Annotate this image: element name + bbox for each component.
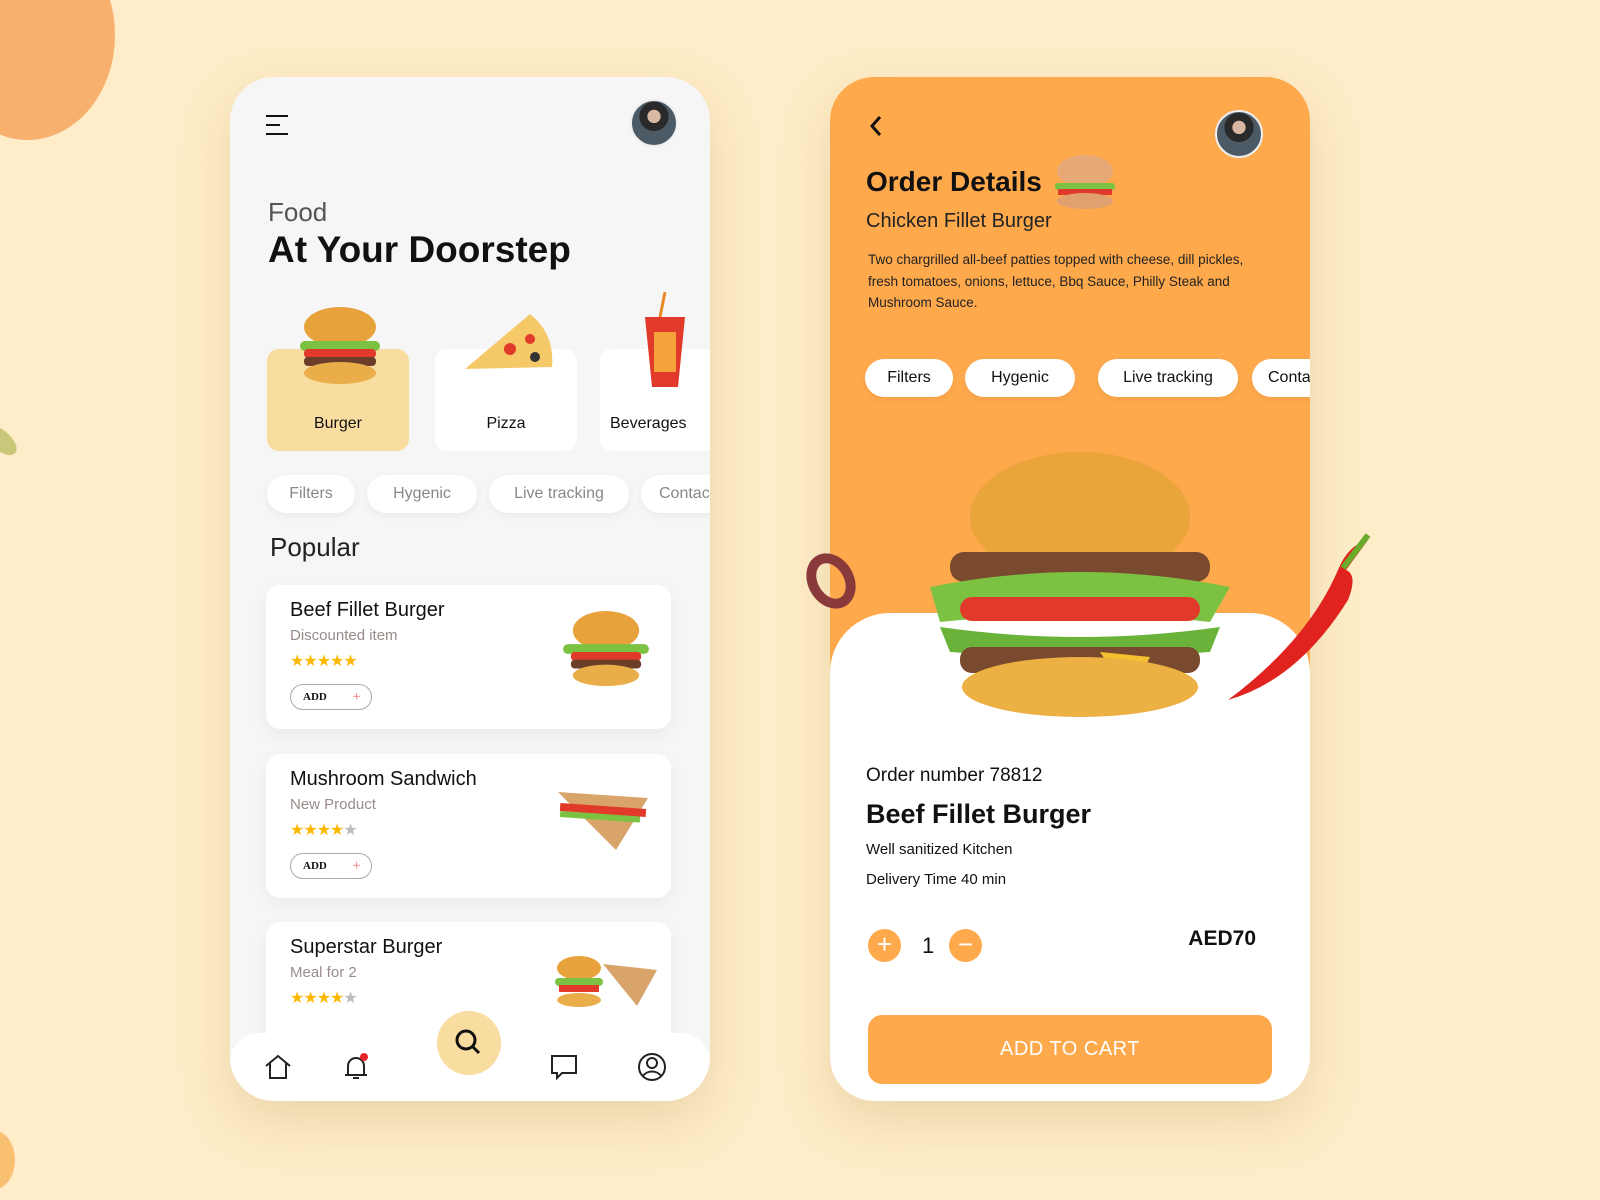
category-label: Pizza (486, 415, 526, 432)
meal-image (555, 956, 657, 1007)
burger-image (563, 610, 649, 687)
page-subtitle: Food (268, 197, 328, 227)
add-button[interactable]: ADD + (290, 853, 372, 879)
product-subtitle: Chicken Fillet Burger (866, 210, 1052, 232)
kitchen-feature: Well sanitized Kitchen (866, 841, 1013, 858)
item-name: Beef Fillet Burger (290, 599, 445, 621)
chili-pepper-decoration (1228, 533, 1371, 700)
product-description: Two chargrilled all-beef patties topped … (868, 252, 1244, 310)
home-screen: Food At Your Doorstep Burger Pizza Bever… (230, 77, 710, 1101)
increase-quantity-button[interactable]: + (868, 929, 901, 962)
order-number: Order number 78812 (866, 765, 1043, 786)
rating-stars: ★★★★★ (290, 990, 358, 1007)
chip-hygenic[interactable]: Hygenic (965, 359, 1075, 397)
delivery-time: Delivery Time 40 min (866, 871, 1007, 888)
plus-icon: + (352, 689, 361, 705)
decrease-quantity-button[interactable]: − (949, 929, 982, 962)
item-tag: New Product (290, 796, 376, 813)
category-label: Burger (313, 415, 363, 432)
page-title: At Your Doorstep (268, 229, 571, 270)
avatar[interactable] (1215, 110, 1263, 158)
home-icon[interactable] (262, 1051, 294, 1083)
rating-stars: ★★★★★ (290, 822, 358, 839)
chip-contact[interactable]: Contact (1252, 359, 1310, 397)
orange-slice-decoration (0, 0, 115, 140)
profile-icon[interactable] (636, 1051, 668, 1083)
burger-image (300, 307, 380, 384)
product-name: Beef Fillet Burger (866, 799, 1092, 829)
bell-icon[interactable] (340, 1051, 372, 1083)
plus-icon: + (352, 858, 361, 874)
chip-hygenic[interactable]: Hygenic (367, 475, 477, 513)
orange-decoration (0, 1130, 15, 1190)
quantity-value: 1 (922, 933, 935, 958)
chat-icon[interactable] (548, 1051, 580, 1083)
avatar[interactable] (630, 99, 678, 147)
burger-hero-image (930, 452, 1230, 717)
menu-icon[interactable] (266, 113, 290, 135)
back-arrow-icon[interactable] (866, 113, 886, 139)
chip-filters[interactable]: Filters (267, 475, 355, 513)
search-button[interactable] (437, 1011, 501, 1075)
chip-contact[interactable]: Contact (641, 475, 710, 513)
category-label: Beverages (610, 415, 687, 432)
beverage-image (645, 292, 685, 387)
chip-filters[interactable]: Filters (865, 359, 953, 397)
chip-live-tracking[interactable]: Live tracking (489, 475, 629, 513)
sandwich-image (558, 792, 648, 850)
chip-live-tracking[interactable]: Live tracking (1098, 359, 1238, 397)
item-name: Mushroom Sandwich (290, 768, 477, 790)
rating-stars: ★★★★★ (290, 653, 358, 670)
pizza-image (465, 314, 553, 369)
search-icon (455, 1029, 481, 1055)
item-tag: Meal for 2 (290, 964, 357, 981)
list-item[interactable]: Beef Fillet Burger Discounted item ★★★★★… (266, 585, 671, 729)
price: AED70 (1188, 927, 1256, 950)
notification-dot (360, 1053, 368, 1061)
add-to-cart-button[interactable]: ADD TO CART (868, 1015, 1272, 1084)
burger-icon (1055, 155, 1115, 209)
add-button[interactable]: ADD + (290, 684, 372, 710)
item-name: Superstar Burger (290, 936, 443, 958)
leaf-decoration (0, 419, 22, 461)
list-item[interactable]: Mushroom Sandwich New Product ★★★★★ ADD + (266, 754, 671, 898)
item-tag: Discounted item (290, 627, 398, 644)
popular-heading: Popular (270, 532, 360, 562)
page-title: Order Details (866, 166, 1042, 197)
